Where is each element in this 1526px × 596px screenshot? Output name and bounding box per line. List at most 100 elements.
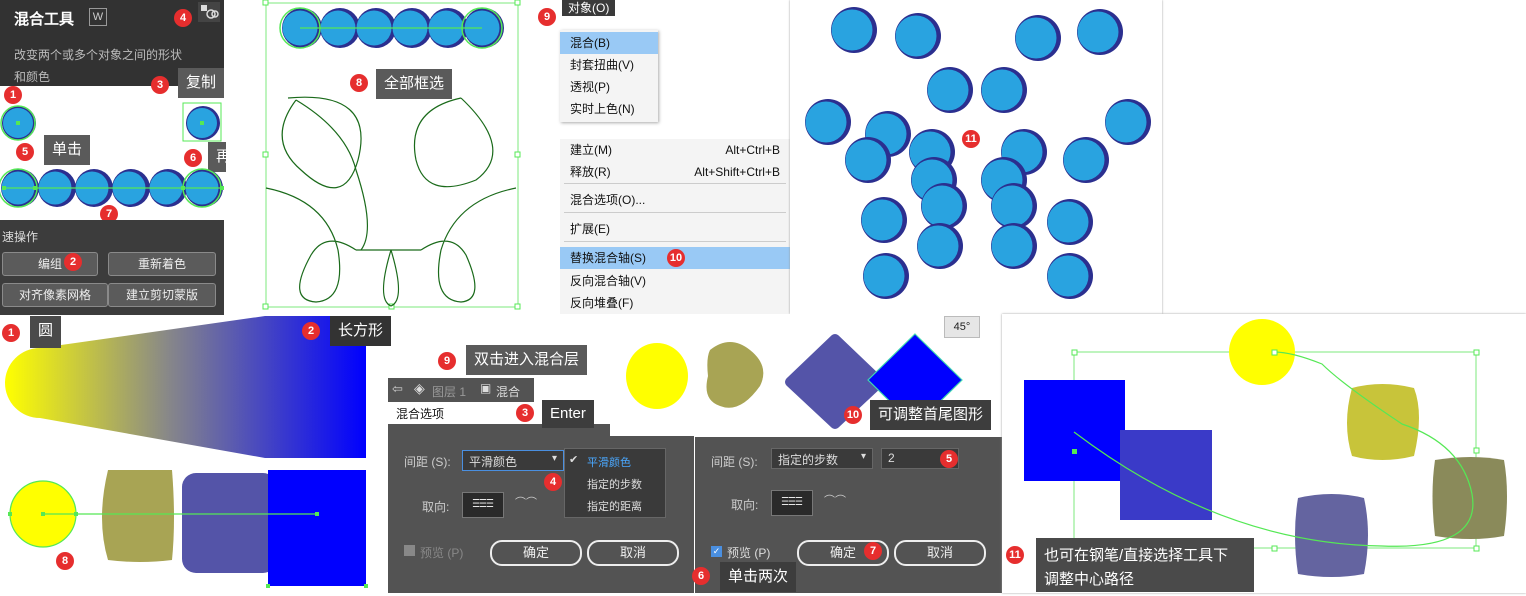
blue-circle-fill xyxy=(1105,101,1147,143)
step-badge-11-top: 11 xyxy=(962,130,980,148)
dropdown-option-smooth[interactable]: 平滑颜色 xyxy=(587,454,631,470)
blue-circle-fill xyxy=(895,15,937,57)
quick-actions-title: 速操作 xyxy=(2,230,39,244)
callout-click-twice: 单击两次 xyxy=(720,562,797,592)
spacing-label: 间距 (S): xyxy=(404,455,451,469)
clipping-mask-button[interactable]: 建立剪切蒙版 xyxy=(108,283,216,307)
layers-icon: ◈ xyxy=(414,380,425,396)
step-badge-2: 2 xyxy=(64,253,82,271)
layers-breadcrumb-bar: ⇦ ◈ 图层 1 ▣ 混合 xyxy=(388,378,534,402)
callout-rectangle: 长方形 xyxy=(330,316,392,346)
step-badge-10b: 10 xyxy=(844,406,862,424)
spacing-select-right[interactable]: 指定的步数 ▾ xyxy=(771,448,873,469)
callout-click: 单击 xyxy=(44,135,91,165)
submenu-item[interactable]: 实时上色(N) xyxy=(560,98,658,120)
blue-circle-fill xyxy=(1047,255,1089,297)
scattered-circles[interactable] xyxy=(790,0,1162,314)
callout-pen-adjust-line2: 调整中心路径 xyxy=(1044,571,1135,588)
blue-circle-fill xyxy=(1077,11,1119,53)
blue-circle-fill xyxy=(845,139,887,181)
blue-circle-fill xyxy=(831,9,873,51)
step-badge-4: 4 xyxy=(174,9,192,27)
step-badge-8: 8 xyxy=(350,74,368,92)
single-circle-right[interactable] xyxy=(182,102,224,146)
select-all-canvas: 8 全部框选 xyxy=(226,0,560,314)
step-area-1: 1 3 复制 xyxy=(0,68,225,156)
blue-circle-fill xyxy=(917,225,959,267)
anchor-point xyxy=(220,186,224,190)
dropdown-option-distance[interactable]: 指定的距离 xyxy=(587,498,642,514)
anchor-point xyxy=(181,186,185,190)
align-to-page-icon-right[interactable]: ⲶⲶⲶ xyxy=(771,490,813,516)
blend-menu-item[interactable]: 释放(R) Alt+Shift+Ctrl+B xyxy=(560,161,790,183)
blend-menu-item-label: 建立(M) xyxy=(570,143,612,157)
layer-label[interactable]: 图层 1 xyxy=(432,383,466,400)
blend-label[interactable]: 混合 xyxy=(496,383,520,400)
align-to-path-icon[interactable]: ⌒⌒ xyxy=(506,492,546,516)
selection-drawing[interactable] xyxy=(226,0,560,314)
blend-menu-item-shortcut: Alt+Ctrl+B xyxy=(725,143,780,157)
blend-menu-item-label: 混合选项(O)... xyxy=(570,193,646,207)
check-icon: ✔ xyxy=(569,454,579,466)
ok-button-left[interactable]: 确定 xyxy=(490,540,582,566)
step-badge-6b: 6 xyxy=(692,567,710,585)
single-circle-left[interactable] xyxy=(0,102,40,144)
align-pixel-grid-button[interactable]: 对齐像素网格 xyxy=(2,283,108,307)
step-badge-11b: 11 xyxy=(1006,546,1024,564)
align-to-page-icon[interactable]: ⲶⲶⲶ xyxy=(462,492,504,518)
spacing-dropdown: ✔ 平滑颜色 指定的步数 指定的距离 xyxy=(564,448,666,518)
blue-circle-fill xyxy=(1063,139,1105,181)
align-to-path-icon-right[interactable]: ⌒⌒ xyxy=(815,490,855,514)
blue-circle-fill xyxy=(921,185,963,227)
blend-menu-item[interactable]: 反向混合轴(V) xyxy=(560,270,790,292)
group-button[interactable]: 编组 xyxy=(2,252,98,276)
blue-circle-fill xyxy=(981,69,1023,111)
submenu-item[interactable]: 透视(P) xyxy=(560,76,658,98)
blended-circle-row[interactable] xyxy=(0,164,226,212)
object-menu-title[interactable]: 对象(O) xyxy=(562,0,616,16)
blend-tool-icon[interactable] xyxy=(198,2,220,22)
blend-group-icon: ▣ xyxy=(480,381,492,395)
blue-circle-fill xyxy=(805,101,847,143)
cancel-button-left[interactable]: 取消 xyxy=(587,540,679,566)
cancel-button-right[interactable]: 取消 xyxy=(894,540,986,566)
recolor-button[interactable]: 重新着色 xyxy=(108,252,216,276)
blend-menu-item[interactable]: 扩展(E) xyxy=(560,218,790,240)
blend-menu-item-label: 反向混合轴(V) xyxy=(570,274,646,288)
scattered-circles-canvas: 11 xyxy=(790,0,1162,314)
preview-checkbox[interactable] xyxy=(404,545,415,556)
spacing-label-right: 间距 (S): xyxy=(711,455,758,469)
callout-enter: Enter xyxy=(542,400,594,428)
preview-label: 预览 (P) xyxy=(420,546,464,560)
preview-label-right: 预览 (P) xyxy=(727,546,771,560)
submenu-item[interactable]: 封套扭曲(V) xyxy=(560,54,658,76)
callout-pen-adjust-line1: 也可在钢笔/直接选择工具下 xyxy=(1044,547,1229,564)
dropdown-option-steps[interactable]: 指定的步数 xyxy=(587,476,642,492)
blend-menu-item-shortcut: Alt+Shift+Ctrl+B xyxy=(694,165,780,179)
step-badge-4b: 4 xyxy=(544,473,562,491)
step-badge-8b: 8 xyxy=(56,552,74,570)
back-arrow-icon[interactable]: ⇦ xyxy=(392,381,403,397)
callout-adjust-shapes: 可调整首尾图形 xyxy=(870,400,992,430)
blue-circle-fill xyxy=(1047,201,1089,243)
tool-title: 混合工具 xyxy=(14,11,75,28)
preview-checkbox-right[interactable]: ✓ xyxy=(711,546,722,557)
menu-separator xyxy=(564,241,786,242)
blend-menu-item[interactable]: 反向堆叠(F) xyxy=(560,292,790,314)
step-badge-9: 9 xyxy=(538,8,556,26)
blend-menu-item-label: 释放(R) xyxy=(570,165,611,179)
quick-actions-panel: 速操作 编组 重新着色 对齐像素网格 建立剪切蒙版 xyxy=(0,220,224,315)
spacing-select[interactable]: 平滑颜色 ▾ xyxy=(462,450,564,471)
chevron-down-icon: ▾ xyxy=(551,453,557,464)
dialog-title: 混合选项 xyxy=(396,407,445,421)
anchor-point xyxy=(33,186,37,190)
gradient-blend-panel: 1 圆 2 长方形 xyxy=(0,316,395,468)
submenu-item[interactable]: 混合(B) xyxy=(560,32,658,54)
blend-menu-item[interactable]: 建立(M) Alt+Ctrl+B xyxy=(560,139,790,161)
step-badge-3b: 3 xyxy=(516,404,534,422)
four-step-blend[interactable] xyxy=(0,468,390,593)
tool-description-1: 改变两个或多个对象之间的形状 xyxy=(14,48,183,62)
angle-readout: 45° xyxy=(944,316,980,338)
steps-input-value: 2 xyxy=(888,451,895,465)
blend-menu-item[interactable]: 混合选项(O)... xyxy=(560,189,790,211)
